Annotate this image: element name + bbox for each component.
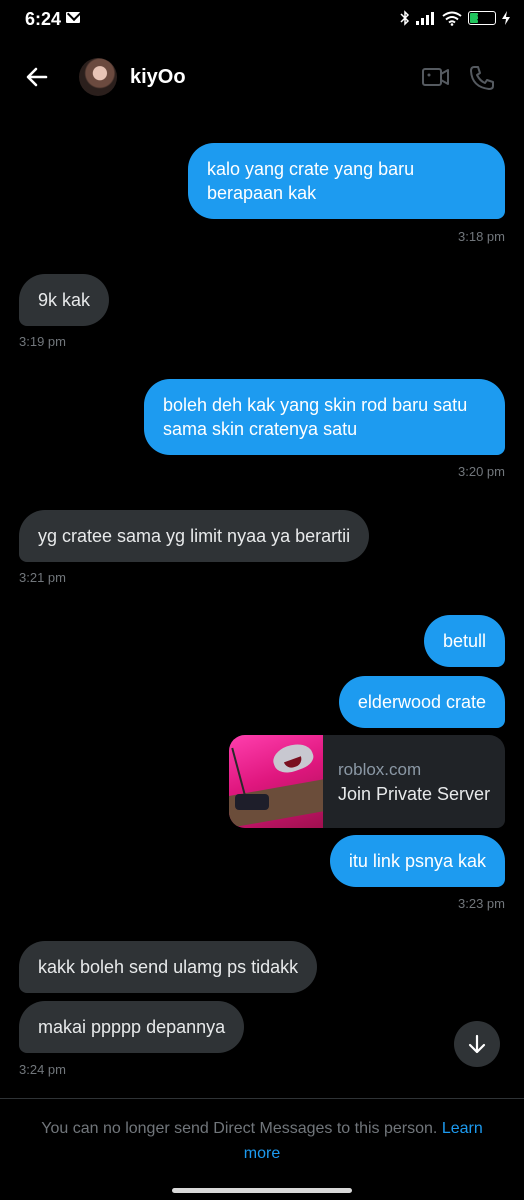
- status-bar: 6:24 30: [0, 0, 524, 40]
- footer-divider: [0, 1098, 524, 1099]
- charging-icon: [502, 11, 510, 25]
- link-preview-card[interactable]: roblox.com Join Private Server: [229, 735, 505, 828]
- conversation-header: kiyOo: [0, 40, 524, 110]
- message-timestamp: 3:21 pm: [19, 570, 66, 585]
- message-outgoing[interactable]: betull: [423, 615, 505, 667]
- signal-icon: [416, 12, 434, 25]
- link-domain: roblox.com: [338, 760, 422, 779]
- scroll-to-bottom-button[interactable]: [454, 1021, 500, 1067]
- mail-notification-icon: [66, 12, 80, 23]
- message-incoming[interactable]: yg cratee sama yg limit nyaa ya berartii: [19, 510, 370, 562]
- phone-call-icon: [470, 66, 494, 90]
- link-title: Join Private Server: [338, 784, 491, 804]
- arrow-down-icon: [468, 1034, 486, 1054]
- wifi-icon: [442, 11, 462, 26]
- message-timestamp: 3:18 pm: [458, 229, 505, 244]
- video-call-button[interactable]: [421, 64, 451, 90]
- contact-name[interactable]: kiyOo: [130, 66, 186, 89]
- back-button[interactable]: [22, 62, 52, 92]
- message-outgoing[interactable]: itu link psnya kak: [329, 835, 505, 887]
- message-timestamp: 3:19 pm: [19, 334, 66, 349]
- video-call-icon: [422, 68, 449, 86]
- message-outgoing[interactable]: kalo yang crate yang baru berapaan kak: [188, 143, 505, 219]
- message-incoming[interactable]: makai ppppp depannya: [19, 1001, 245, 1053]
- message-incoming[interactable]: kakk boleh send ulamg ps tidakk: [19, 941, 318, 993]
- message-incoming[interactable]: 9k kak: [19, 274, 110, 326]
- back-arrow-icon: [26, 67, 48, 87]
- message-timestamp: 3:24 pm: [19, 1062, 66, 1077]
- bluetooth-icon: [400, 10, 410, 26]
- home-indicator[interactable]: [172, 1188, 352, 1193]
- message-outgoing[interactable]: elderwood crate: [338, 676, 505, 728]
- phone-call-button[interactable]: [468, 64, 496, 92]
- message-timestamp: 3:20 pm: [458, 464, 505, 479]
- battery-icon: 30: [468, 11, 496, 25]
- avatar[interactable]: [79, 58, 117, 96]
- message-outgoing[interactable]: boleh deh kak yang skin rod baru satu sa…: [144, 379, 505, 455]
- notice-text: You can no longer send Direct Messages t…: [41, 1120, 438, 1137]
- message-timestamp: 3:23 pm: [458, 896, 505, 911]
- link-preview-thumbnail: [229, 735, 323, 828]
- dm-restriction-notice: You can no longer send Direct Messages t…: [30, 1116, 494, 1166]
- status-icons: 30: [400, 10, 510, 26]
- battery-level: 30: [476, 13, 487, 23]
- status-time: 6:24: [25, 9, 62, 29]
